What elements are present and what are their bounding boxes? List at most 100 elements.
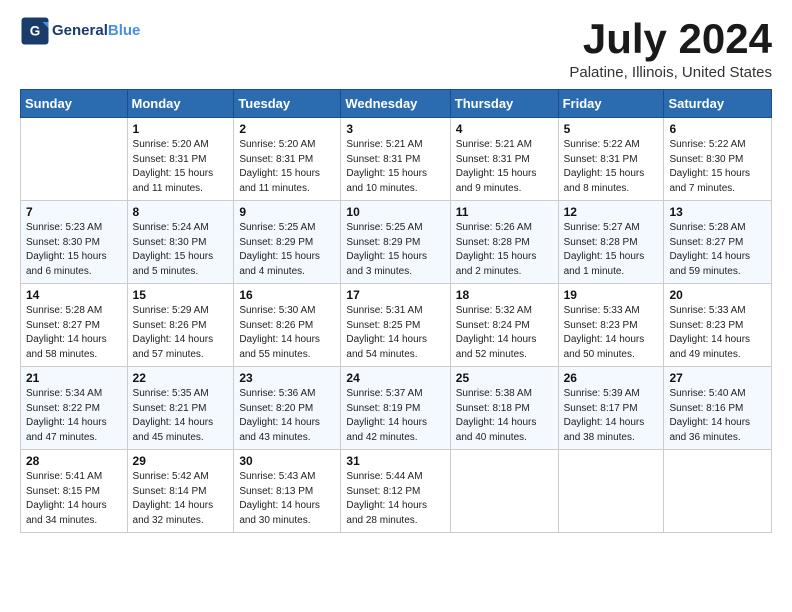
day-info: Sunrise: 5:41 AMSunset: 8:15 PMDaylight:… — [26, 470, 122, 528]
day-number: 21 — [26, 371, 122, 385]
day-info: Sunrise: 5:28 AMSunset: 8:27 PMDaylight:… — [26, 304, 122, 362]
table-row — [450, 450, 558, 533]
day-number: 28 — [26, 454, 122, 468]
table-row: 27 Sunrise: 5:40 AMSunset: 8:16 PMDayligh… — [664, 367, 772, 450]
title-block: July 2024 Palatine, Illinois, United Sta… — [569, 16, 772, 81]
day-info: Sunrise: 5:28 AMSunset: 8:27 PMDaylight:… — [669, 221, 766, 279]
table-row: 17 Sunrise: 5:31 AMSunset: 8:25 PMDayligh… — [341, 284, 450, 367]
day-info: Sunrise: 5:24 AMSunset: 8:30 PMDaylight:… — [133, 221, 229, 279]
day-info: Sunrise: 5:21 AMSunset: 8:31 PMDaylight:… — [346, 138, 444, 196]
col-tuesday: Tuesday — [234, 90, 341, 118]
day-info: Sunrise: 5:36 AMSunset: 8:20 PMDaylight:… — [239, 387, 335, 445]
svg-text:G: G — [30, 24, 41, 39]
day-number: 17 — [346, 288, 444, 302]
table-row: 31Sunrise: 5:44 AMSunset: 8:12 PMDayligh… — [341, 450, 450, 533]
table-row: 24 Sunrise: 5:37 AMSunset: 8:19 PMDayligh… — [341, 367, 450, 450]
day-info: Sunrise: 5:38 AMSunset: 8:18 PMDaylight:… — [456, 387, 553, 445]
table-row: 8 Sunrise: 5:24 AMSunset: 8:30 PMDaylight… — [127, 201, 234, 284]
col-thursday: Thursday — [450, 90, 558, 118]
table-row: 22 Sunrise: 5:35 AMSunset: 8:21 PMDayligh… — [127, 367, 234, 450]
logo-text: GeneralBlue — [52, 23, 140, 40]
table-row: 3 Sunrise: 5:21 AMSunset: 8:31 PMDaylight… — [341, 118, 450, 201]
day-info: Sunrise: 5:37 AMSunset: 8:19 PMDaylight:… — [346, 387, 444, 445]
table-row: 30Sunrise: 5:43 AMSunset: 8:13 PMDayligh… — [234, 450, 341, 533]
day-info: Sunrise: 5:20 AMSunset: 8:31 PMDaylight:… — [133, 138, 229, 196]
table-row: 11Sunrise: 5:26 AMSunset: 8:28 PMDayligh… — [450, 201, 558, 284]
table-row: 26 Sunrise: 5:39 AMSunset: 8:17 PMDayligh… — [558, 367, 664, 450]
day-info: Sunrise: 5:34 AMSunset: 8:22 PMDaylight:… — [26, 387, 122, 445]
table-row: 9Sunrise: 5:25 AMSunset: 8:29 PMDaylight… — [234, 201, 341, 284]
day-info: Sunrise: 5:35 AMSunset: 8:21 PMDaylight:… — [133, 387, 229, 445]
col-sunday: Sunday — [21, 90, 128, 118]
col-saturday: Saturday — [664, 90, 772, 118]
day-number: 5 — [564, 122, 659, 136]
table-row: 16 Sunrise: 5:30 AMSunset: 8:26 PMDayligh… — [234, 284, 341, 367]
day-info: Sunrise: 5:39 AMSunset: 8:17 PMDaylight:… — [564, 387, 659, 445]
day-number: 25 — [456, 371, 553, 385]
table-row: 15 Sunrise: 5:29 AMSunset: 8:26 PMDayligh… — [127, 284, 234, 367]
col-monday: Monday — [127, 90, 234, 118]
month-title: July 2024 — [569, 16, 772, 62]
calendar-week-row: 1Sunrise: 5:20 AMSunset: 8:31 PMDaylight… — [21, 118, 772, 201]
calendar-week-row: 21 Sunrise: 5:34 AMSunset: 8:22 PMDayligh… — [21, 367, 772, 450]
day-number: 7 — [26, 205, 122, 219]
calendar-week-row: 14 Sunrise: 5:28 AMSunset: 8:27 PMDayligh… — [21, 284, 772, 367]
day-number: 23 — [239, 371, 335, 385]
calendar-table: Sunday Monday Tuesday Wednesday Thursday… — [20, 89, 772, 533]
day-number: 8 — [133, 205, 229, 219]
day-number: 22 — [133, 371, 229, 385]
calendar-week-row: 28 Sunrise: 5:41 AMSunset: 8:15 PMDayligh… — [21, 450, 772, 533]
day-number: 11 — [456, 205, 553, 219]
col-wednesday: Wednesday — [341, 90, 450, 118]
table-row: 12Sunrise: 5:27 AMSunset: 8:28 PMDayligh… — [558, 201, 664, 284]
day-info: Sunrise: 5:21 AMSunset: 8:31 PMDaylight:… — [456, 138, 553, 196]
day-info: Sunrise: 5:40 AMSunset: 8:16 PMDaylight:… — [669, 387, 766, 445]
page: G GeneralBlue July 2024 Palatine, Illino… — [0, 0, 792, 612]
day-info: Sunrise: 5:44 AMSunset: 8:12 PMDaylight:… — [346, 470, 444, 528]
day-info: Sunrise: 5:22 AMSunset: 8:31 PMDaylight:… — [564, 138, 659, 196]
day-number: 3 — [346, 122, 444, 136]
table-row — [21, 118, 128, 201]
day-info: Sunrise: 5:32 AMSunset: 8:24 PMDaylight:… — [456, 304, 553, 362]
day-number: 19 — [564, 288, 659, 302]
table-row: 19Sunrise: 5:33 AMSunset: 8:23 PMDayligh… — [558, 284, 664, 367]
day-number: 20 — [669, 288, 766, 302]
location: Palatine, Illinois, United States — [569, 64, 772, 81]
table-row: 7 Sunrise: 5:23 AMSunset: 8:30 PMDaylight… — [21, 201, 128, 284]
day-number: 15 — [133, 288, 229, 302]
day-number: 18 — [456, 288, 553, 302]
table-row: 18 Sunrise: 5:32 AMSunset: 8:24 PMDayligh… — [450, 284, 558, 367]
day-number: 13 — [669, 205, 766, 219]
table-row: 6 Sunrise: 5:22 AMSunset: 8:30 PMDaylight… — [664, 118, 772, 201]
day-number: 9 — [239, 205, 335, 219]
day-number: 26 — [564, 371, 659, 385]
day-info: Sunrise: 5:29 AMSunset: 8:26 PMDaylight:… — [133, 304, 229, 362]
day-number: 14 — [26, 288, 122, 302]
table-row — [664, 450, 772, 533]
table-row — [558, 450, 664, 533]
day-number: 27 — [669, 371, 766, 385]
day-info: Sunrise: 5:31 AMSunset: 8:25 PMDaylight:… — [346, 304, 444, 362]
calendar-header-row: Sunday Monday Tuesday Wednesday Thursday… — [21, 90, 772, 118]
calendar-week-row: 7 Sunrise: 5:23 AMSunset: 8:30 PMDaylight… — [21, 201, 772, 284]
header: G GeneralBlue July 2024 Palatine, Illino… — [20, 16, 772, 81]
table-row: 20Sunrise: 5:33 AMSunset: 8:23 PMDayligh… — [664, 284, 772, 367]
logo: G GeneralBlue — [20, 16, 140, 46]
day-info: Sunrise: 5:25 AMSunset: 8:29 PMDaylight:… — [346, 221, 444, 279]
day-number: 24 — [346, 371, 444, 385]
day-number: 12 — [564, 205, 659, 219]
table-row: 21 Sunrise: 5:34 AMSunset: 8:22 PMDayligh… — [21, 367, 128, 450]
day-number: 10 — [346, 205, 444, 219]
table-row: 1Sunrise: 5:20 AMSunset: 8:31 PMDaylight… — [127, 118, 234, 201]
day-info: Sunrise: 5:23 AMSunset: 8:30 PMDaylight:… — [26, 221, 122, 279]
col-friday: Friday — [558, 90, 664, 118]
table-row: 13 Sunrise: 5:28 AMSunset: 8:27 PMDayligh… — [664, 201, 772, 284]
table-row: 25 Sunrise: 5:38 AMSunset: 8:18 PMDayligh… — [450, 367, 558, 450]
day-info: Sunrise: 5:30 AMSunset: 8:26 PMDaylight:… — [239, 304, 335, 362]
day-number: 30 — [239, 454, 335, 468]
table-row: 2Sunrise: 5:20 AMSunset: 8:31 PMDaylight… — [234, 118, 341, 201]
day-info: Sunrise: 5:22 AMSunset: 8:30 PMDaylight:… — [669, 138, 766, 196]
day-number: 6 — [669, 122, 766, 136]
day-info: Sunrise: 5:20 AMSunset: 8:31 PMDaylight:… — [239, 138, 335, 196]
day-number: 16 — [239, 288, 335, 302]
